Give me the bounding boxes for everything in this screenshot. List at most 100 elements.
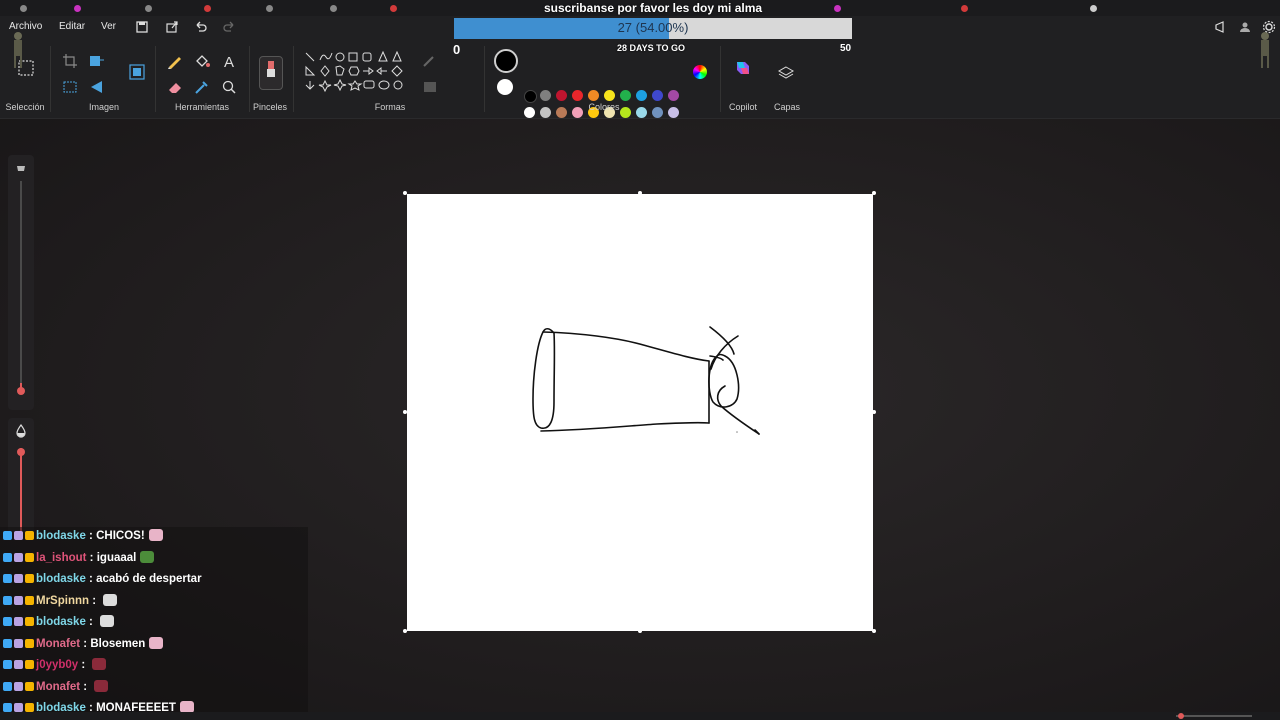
color-swatch[interactable] <box>620 90 631 101</box>
tab-icon[interactable] <box>1090 5 1097 12</box>
resize-handle[interactable] <box>403 191 407 195</box>
badge-icon <box>3 552 12 562</box>
chat-message: Monafet : Blosemen <box>3 636 164 653</box>
resize-handle[interactable] <box>638 191 642 195</box>
badge-icon <box>3 638 12 648</box>
brush-selector[interactable] <box>259 56 283 90</box>
emote-icon <box>148 529 163 541</box>
chat-separator: : <box>80 637 91 650</box>
announcement-icon[interactable] <box>1213 19 1229 35</box>
divider <box>484 46 485 112</box>
menu-edit[interactable]: Editar <box>59 21 85 32</box>
resize-handle[interactable] <box>638 629 642 633</box>
chat-username[interactable]: la_ishout <box>36 552 86 564</box>
tab-icon[interactable] <box>20 5 27 12</box>
resize-icon[interactable] <box>88 52 106 70</box>
undo-icon[interactable] <box>193 19 209 35</box>
group-label-tools: Herramientas <box>174 102 230 112</box>
chat-username[interactable]: Monafet <box>36 638 80 650</box>
brush-size-slider[interactable] <box>8 155 34 410</box>
color-swatch[interactable] <box>540 90 551 101</box>
save-icon[interactable] <box>134 19 150 35</box>
chat-username[interactable]: Monafet <box>36 681 80 693</box>
group-label-image: Imagen <box>88 102 120 112</box>
color-swatch[interactable] <box>556 90 567 101</box>
redo-icon[interactable] <box>221 19 237 35</box>
slider-track <box>20 181 22 391</box>
status-bar <box>0 712 1280 720</box>
color-swatch[interactable] <box>604 90 615 101</box>
zoom-slider[interactable] <box>1176 715 1252 717</box>
chat-message: blodaske : acabó de despertar <box>3 571 202 588</box>
emote-icon <box>103 593 118 606</box>
drawing-canvas[interactable] <box>407 194 873 631</box>
chat-username[interactable]: j0yyb0y <box>36 659 78 671</box>
magnifier-icon[interactable] <box>220 78 238 96</box>
tab-icon[interactable] <box>204 5 211 12</box>
slider-thumb[interactable] <box>17 448 25 456</box>
color-swatch[interactable] <box>636 90 647 101</box>
color-picker-icon[interactable] <box>193 78 211 96</box>
chat-username[interactable]: blodaske <box>36 573 86 585</box>
pencil-icon[interactable] <box>166 52 184 70</box>
account-icon[interactable] <box>1237 19 1253 35</box>
resize-handle[interactable] <box>403 410 407 414</box>
badge-icon <box>25 660 34 669</box>
chat-separator: : <box>85 573 97 585</box>
shape-fill-icon[interactable] <box>421 78 439 96</box>
group-label-selection: Selección <box>5 102 45 112</box>
slider-thumb[interactable] <box>17 387 25 395</box>
resize-handle[interactable] <box>403 629 407 633</box>
tab-icon[interactable] <box>266 5 273 12</box>
badge-icon <box>3 660 12 669</box>
resize-handle[interactable] <box>872 410 876 414</box>
crop-icon[interactable] <box>61 52 79 70</box>
shapes-gallery[interactable] <box>303 50 407 102</box>
tab-icon[interactable] <box>330 5 337 12</box>
opacity-slider[interactable] <box>8 418 34 533</box>
group-label-colors: Colores <box>588 102 620 112</box>
chat-username[interactable]: MrSpinnn <box>36 595 89 607</box>
color-swatch[interactable] <box>668 90 679 101</box>
mascot-left-icon <box>14 32 22 68</box>
zoom-slider-thumb[interactable] <box>1178 713 1184 719</box>
chat-message: j0yyb0y : <box>3 657 107 674</box>
color-swatch[interactable] <box>588 90 599 101</box>
color-wheel-icon[interactable] <box>693 65 707 79</box>
badge-icon <box>25 703 34 712</box>
image-select-icon[interactable] <box>128 63 146 81</box>
text-icon[interactable]: A <box>220 52 238 70</box>
badge-icon <box>14 638 23 648</box>
resize-handle[interactable] <box>872 629 876 633</box>
chat-badges <box>3 595 36 607</box>
menu-view[interactable]: Ver <box>101 21 116 32</box>
badge-icon <box>25 552 34 562</box>
secondary-color[interactable] <box>497 79 513 95</box>
color-swatch[interactable] <box>572 90 583 101</box>
outline-icon[interactable] <box>421 52 439 70</box>
tab-icon[interactable] <box>961 5 968 12</box>
badge-icon <box>3 574 12 583</box>
badge-icon <box>3 531 12 540</box>
eraser-icon[interactable] <box>166 78 184 96</box>
chat-username[interactable]: blodaske <box>36 530 86 542</box>
chat-username[interactable]: blodaske <box>36 616 86 628</box>
tab-icon[interactable] <box>74 5 81 12</box>
goal-progress-text: 27 (54.00%) <box>617 20 689 35</box>
goal-max: 50 <box>840 43 852 54</box>
tab-icon[interactable] <box>390 5 397 12</box>
sketch-stroke <box>542 331 710 362</box>
fill-icon[interactable] <box>193 52 211 70</box>
tab-icon[interactable] <box>145 5 152 12</box>
size-icon <box>17 166 25 171</box>
rotate-icon[interactable] <box>88 78 106 96</box>
color-swatch[interactable] <box>652 90 663 101</box>
copilot-icon[interactable] <box>733 58 753 78</box>
primary-color[interactable] <box>494 49 518 73</box>
chat-badges <box>3 659 36 671</box>
resize-handle[interactable] <box>872 191 876 195</box>
badge-icon <box>14 552 23 562</box>
background-remove-icon[interactable] <box>61 78 79 96</box>
layers-icon[interactable] <box>777 64 795 82</box>
share-icon[interactable] <box>164 19 180 35</box>
